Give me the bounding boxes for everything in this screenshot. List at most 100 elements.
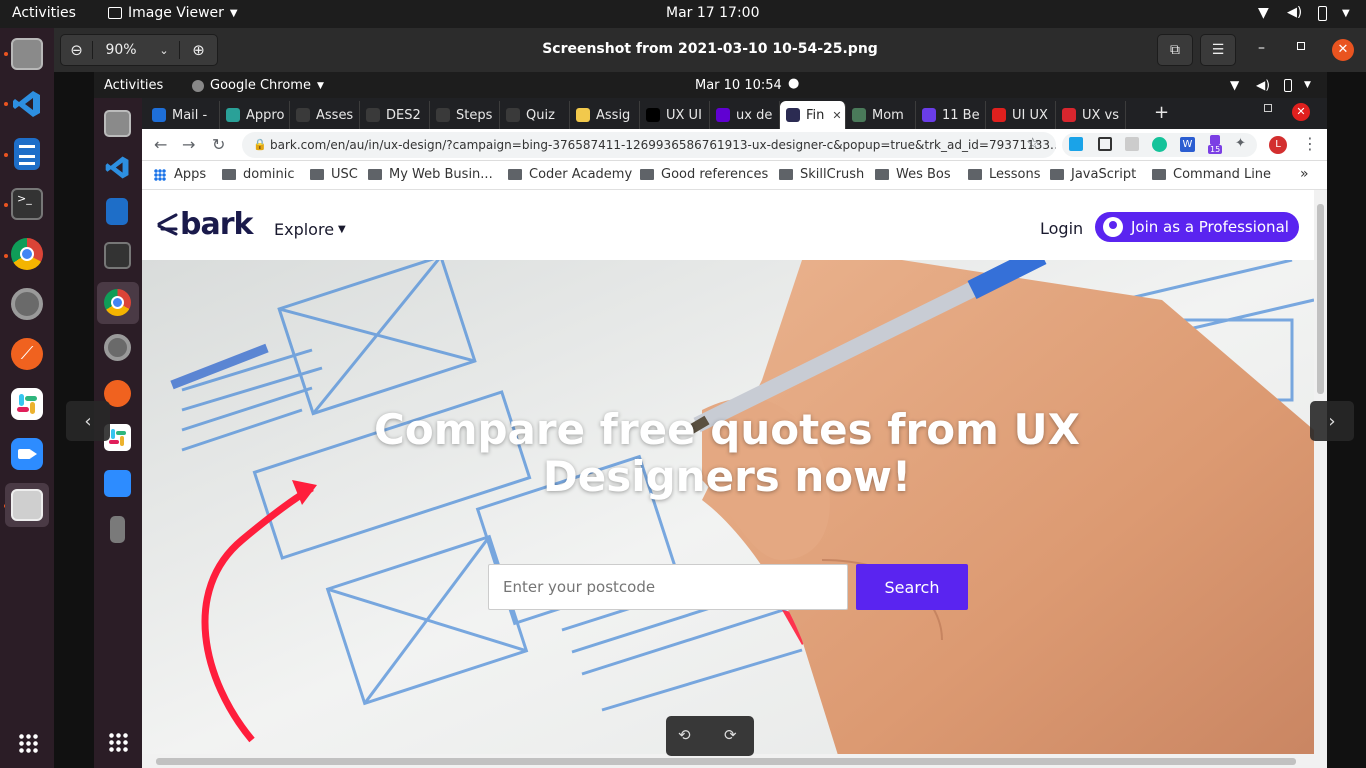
tab: 11 Be: [916, 101, 986, 129]
app-menu[interactable]: Image Viewer ▼: [108, 5, 238, 21]
running-indicator: [4, 52, 8, 56]
chevron-down-icon: ▼: [316, 80, 324, 91]
forward-icon: →: [182, 135, 196, 154]
tab-strip: Mail - Appro Asses DES2 Steps Quiz Assig UX UI u…: [142, 98, 1327, 129]
browser-toolbar: ← → ↻ 🔒 bark.com/en/au/in/ux-design/?cam…: [142, 129, 1327, 161]
chrome-icon[interactable]: [11, 238, 43, 270]
reload-icon: ↻: [212, 135, 226, 154]
desktop-top-bar: Activities Image Viewer ▼ Mar 17 17:00 ▼…: [0, 0, 1366, 28]
explore-menu: Explore ▼: [274, 220, 346, 239]
chevron-left-icon: ‹: [84, 410, 92, 432]
tab: Quiz: [500, 101, 570, 129]
system-menu-chevron-icon: ▼: [1304, 80, 1311, 90]
folder-icon: [779, 169, 793, 180]
page-icon: [922, 108, 936, 122]
scrollbar-thumb: [1317, 204, 1324, 394]
tab: UI UX: [986, 101, 1056, 129]
bookmarks-bar: Apps dominic USC My Web Busin... Coder Acad…: [142, 161, 1327, 190]
slack-icon[interactable]: [11, 388, 43, 420]
tab-label: Appro: [246, 107, 285, 123]
horizontal-scrollbar: [142, 754, 1314, 768]
show-apps-icon[interactable]: [18, 733, 38, 753]
vscode-icon[interactable]: [11, 88, 43, 120]
profile-avatar: L: [1269, 136, 1287, 154]
more-bookmarks: »: [1300, 166, 1309, 182]
tab-label: ux de: [736, 107, 773, 123]
activities-button[interactable]: Activities: [12, 5, 76, 21]
next-image-button[interactable]: ›: [1310, 401, 1354, 441]
extensions-area: W 15 ✦: [1062, 133, 1257, 157]
chrome-window: Mail - Appro Asses DES2 Steps Quiz Assig UX UI u…: [142, 98, 1327, 768]
hamburger-icon: ☰: [1211, 42, 1225, 58]
zoom-dropdown-chevron-icon[interactable]: ⌄: [149, 44, 179, 57]
folder-icon: [368, 169, 382, 180]
tab: ux de: [710, 101, 780, 129]
rotate-left-icon[interactable]: ⟲: [678, 726, 691, 744]
maximize-icon[interactable]: [1297, 42, 1305, 50]
join-label: Join as a Professional: [1131, 218, 1289, 236]
tab-label: Quiz: [526, 107, 555, 123]
battery-icon[interactable]: [1318, 6, 1327, 21]
wifi-icon[interactable]: ▼: [1258, 5, 1269, 21]
bb-icon: [296, 108, 310, 122]
grid-extension-icon: [1125, 137, 1139, 151]
bookmark-label: Coder Academy: [529, 167, 633, 182]
join-professional-button: Join as a Professional: [1095, 212, 1299, 242]
menu-button[interactable]: ☰: [1200, 34, 1236, 66]
bookmark-folder: Command Line: [1152, 167, 1271, 182]
badge-extension-icon: 15: [1208, 135, 1223, 155]
removable-drive-icon: [110, 516, 125, 543]
tab-label: Fin: [806, 107, 825, 123]
writer-icon[interactable]: [14, 138, 40, 170]
folder-icon: [1050, 169, 1064, 180]
postman-icon[interactable]: ⟋: [11, 338, 43, 370]
chrome-small-icon: [192, 79, 204, 92]
hero-section: Compare free quotes from UX Designers no…: [142, 260, 1314, 768]
clock[interactable]: Mar 17 17:00: [666, 5, 759, 21]
previous-image-button[interactable]: ‹: [66, 401, 110, 441]
close-tab-icon: ✕: [832, 108, 842, 122]
running-indicator: [4, 254, 8, 258]
image-viewer-headerbar: ⊖ 90% ⌄ ⊕ Screenshot from 2021-03-10 10-…: [54, 28, 1366, 72]
system-menu-chevron-icon[interactable]: ▼: [1342, 8, 1350, 19]
address-url: bark.com/en/au/in/ux-design/?campaign=bi…: [270, 138, 1056, 152]
close-window-icon: ✕: [1292, 103, 1310, 121]
files-icon[interactable]: [11, 38, 43, 70]
tab: Appro: [220, 101, 290, 129]
bookmark-star-icon: ☆: [1026, 134, 1040, 152]
inner-top-bar: Activities Google Chrome ▼ Mar 10 10:54 …: [94, 72, 1327, 98]
folder-icon: [968, 169, 982, 180]
fullscreen-button[interactable]: ⧉: [1157, 34, 1193, 66]
bark-logo: bark: [156, 210, 253, 240]
zoom-icon[interactable]: [11, 438, 43, 470]
terminal-icon[interactable]: >_: [11, 188, 43, 220]
rotate-right-icon[interactable]: ⟳: [724, 726, 737, 744]
tab-label: Steps: [456, 107, 493, 123]
inner-clock: Mar 10 10:54: [695, 78, 782, 93]
minimize-icon[interactable]: –: [1258, 40, 1265, 56]
chevron-right-icon: ›: [1328, 410, 1336, 432]
n-extension-icon: [1069, 137, 1083, 151]
figma-icon: [576, 108, 590, 122]
zoom-level[interactable]: 90%: [93, 42, 149, 58]
dock: >_ ⟋: [0, 28, 54, 768]
zoom-out-icon[interactable]: ⊖: [61, 41, 93, 59]
tab-label: Assig: [596, 107, 631, 123]
rotate-controls: ⟲ ⟳: [666, 716, 754, 756]
settings-icon[interactable]: [11, 288, 43, 320]
chevron-down-icon: ▼: [229, 7, 238, 19]
lock-icon: 🔒: [253, 138, 267, 151]
bookmark-label: Wes Bos: [896, 167, 951, 182]
image-viewer-icon: [11, 489, 43, 521]
bookmark-label: Command Line: [1173, 167, 1272, 182]
image-viewer-dock-item[interactable]: [5, 483, 49, 527]
volume-icon[interactable]: ◀): [1287, 5, 1302, 20]
close-window-icon[interactable]: ✕: [1332, 39, 1354, 61]
zoom-control: ⊖ 90% ⌄ ⊕: [60, 34, 218, 66]
tab: Fin ✕: [780, 101, 846, 129]
tab-label: 11 Be: [942, 107, 980, 123]
terminal-icon: [104, 242, 131, 269]
bookmark-folder: Good references: [640, 167, 768, 182]
zoom-in-icon[interactable]: ⊕: [179, 41, 217, 59]
bookmark-folder: My Web Busin...: [368, 167, 493, 182]
